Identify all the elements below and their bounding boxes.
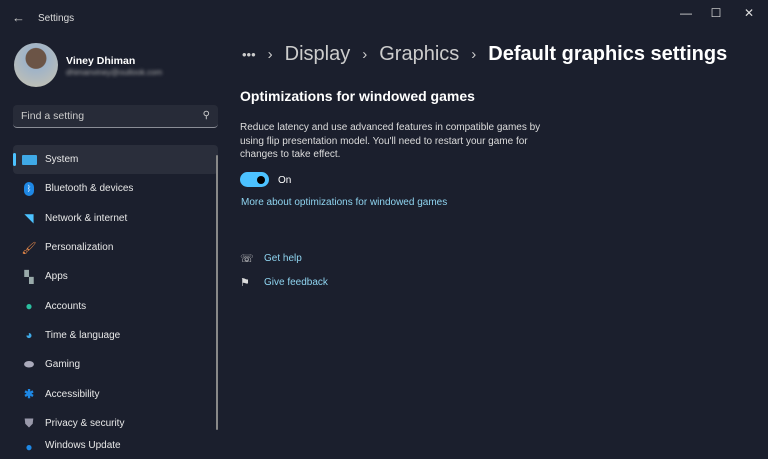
chevron-right-icon: ›: [362, 46, 368, 63]
sidebar-item-apps[interactable]: ▚ Apps: [13, 262, 218, 291]
sidebar-item-label: Accessibility: [45, 388, 100, 400]
breadcrumb-display[interactable]: Display: [285, 43, 351, 66]
sidebar-item-accounts[interactable]: ● Accounts: [13, 291, 218, 320]
sidebar-scrollbar[interactable]: [216, 155, 218, 430]
accessibility-icon: ✱: [23, 387, 35, 402]
wifi-icon: ◥: [24, 211, 34, 226]
get-help-link[interactable]: Get help: [264, 253, 302, 264]
breadcrumb: ••• › Display › Graphics › Default graph…: [242, 43, 727, 66]
sidebar-item-label: Windows Update: [45, 439, 121, 451]
user-name: Viney Dhiman: [66, 55, 136, 67]
sidebar-item-gaming[interactable]: ⬬ Gaming: [13, 350, 218, 379]
back-button[interactable]: ←: [12, 10, 25, 25]
page-title: Default graphics settings: [488, 43, 728, 65]
monitor-icon: [21, 153, 37, 167]
person-icon: ●: [25, 299, 33, 314]
sidebar-item-label: Network & internet: [45, 212, 128, 224]
sidebar-item-time-language[interactable]: ◕ Time & language: [13, 321, 218, 350]
shield-icon: ⛊: [24, 415, 34, 430]
app-title: Settings: [38, 13, 75, 24]
section-description: Reduce latency and use advanced features…: [240, 122, 541, 160]
gamepad-icon: ⬬: [23, 357, 35, 372]
breadcrumb-more-button[interactable]: •••: [242, 47, 256, 62]
section-heading: Optimizations for windowed games: [240, 88, 475, 104]
sidebar-item-label: System: [45, 154, 79, 166]
sidebar-item-privacy[interactable]: ⛊ Privacy & security: [13, 409, 218, 438]
user-email: dhimanviney@outlook.com: [66, 68, 163, 77]
avatar[interactable]: [14, 43, 58, 87]
sidebar-item-windows-update[interactable]: ● Windows Update: [13, 438, 218, 452]
sidebar-item-personalization[interactable]: 🖌 Personalization: [13, 233, 218, 262]
clock-globe-icon: ◕: [25, 328, 33, 343]
brush-icon: 🖌: [21, 240, 37, 255]
help-icon: ☏: [240, 253, 254, 265]
update-icon: ●: [25, 439, 33, 452]
breadcrumb-graphics[interactable]: Graphics: [379, 43, 459, 66]
give-feedback-link[interactable]: Give feedback: [264, 277, 328, 288]
maximize-button[interactable]: ☐: [706, 6, 726, 20]
chevron-right-icon: ›: [267, 46, 273, 63]
sidebar-item-accessibility[interactable]: ✱ Accessibility: [13, 379, 218, 408]
windowed-games-toggle[interactable]: [240, 172, 269, 187]
sidebar-item-bluetooth[interactable]: ᛒ Bluetooth & devices: [13, 174, 218, 203]
bluetooth-icon: ᛒ: [21, 181, 37, 196]
search-input[interactable]: Find a setting ⚲: [13, 105, 218, 128]
minimize-button[interactable]: —: [676, 6, 696, 20]
toggle-state-label: On: [278, 175, 292, 186]
sidebar-item-label: Time & language: [45, 329, 121, 341]
more-info-link[interactable]: More about optimizations for windowed ga…: [241, 197, 447, 208]
sidebar-item-label: Apps: [45, 271, 68, 283]
sidebar-item-label: Accounts: [45, 300, 87, 312]
close-button[interactable]: ✕: [739, 6, 759, 20]
search-icon[interactable]: ⚲: [203, 110, 210, 121]
sidebar-item-label: Privacy & security: [45, 417, 125, 429]
sidebar-item-system[interactable]: System: [13, 145, 218, 175]
search-placeholder: Find a setting: [21, 110, 85, 122]
title-bar: ← Settings — ☐ ✕: [0, 0, 768, 36]
chevron-right-icon: ›: [471, 46, 477, 63]
sidebar-nav: System ᛒ Bluetooth & devices ◥ Network & i…: [13, 145, 218, 452]
sidebar-item-label: Personalization: [45, 242, 114, 254]
feedback-icon: ⚑: [240, 277, 250, 289]
sidebar-item-label: Gaming: [45, 359, 81, 371]
apps-icon: ▚: [24, 269, 34, 284]
sidebar-item-label: Bluetooth & devices: [45, 183, 134, 195]
sidebar-item-network[interactable]: ◥ Network & internet: [13, 204, 218, 233]
